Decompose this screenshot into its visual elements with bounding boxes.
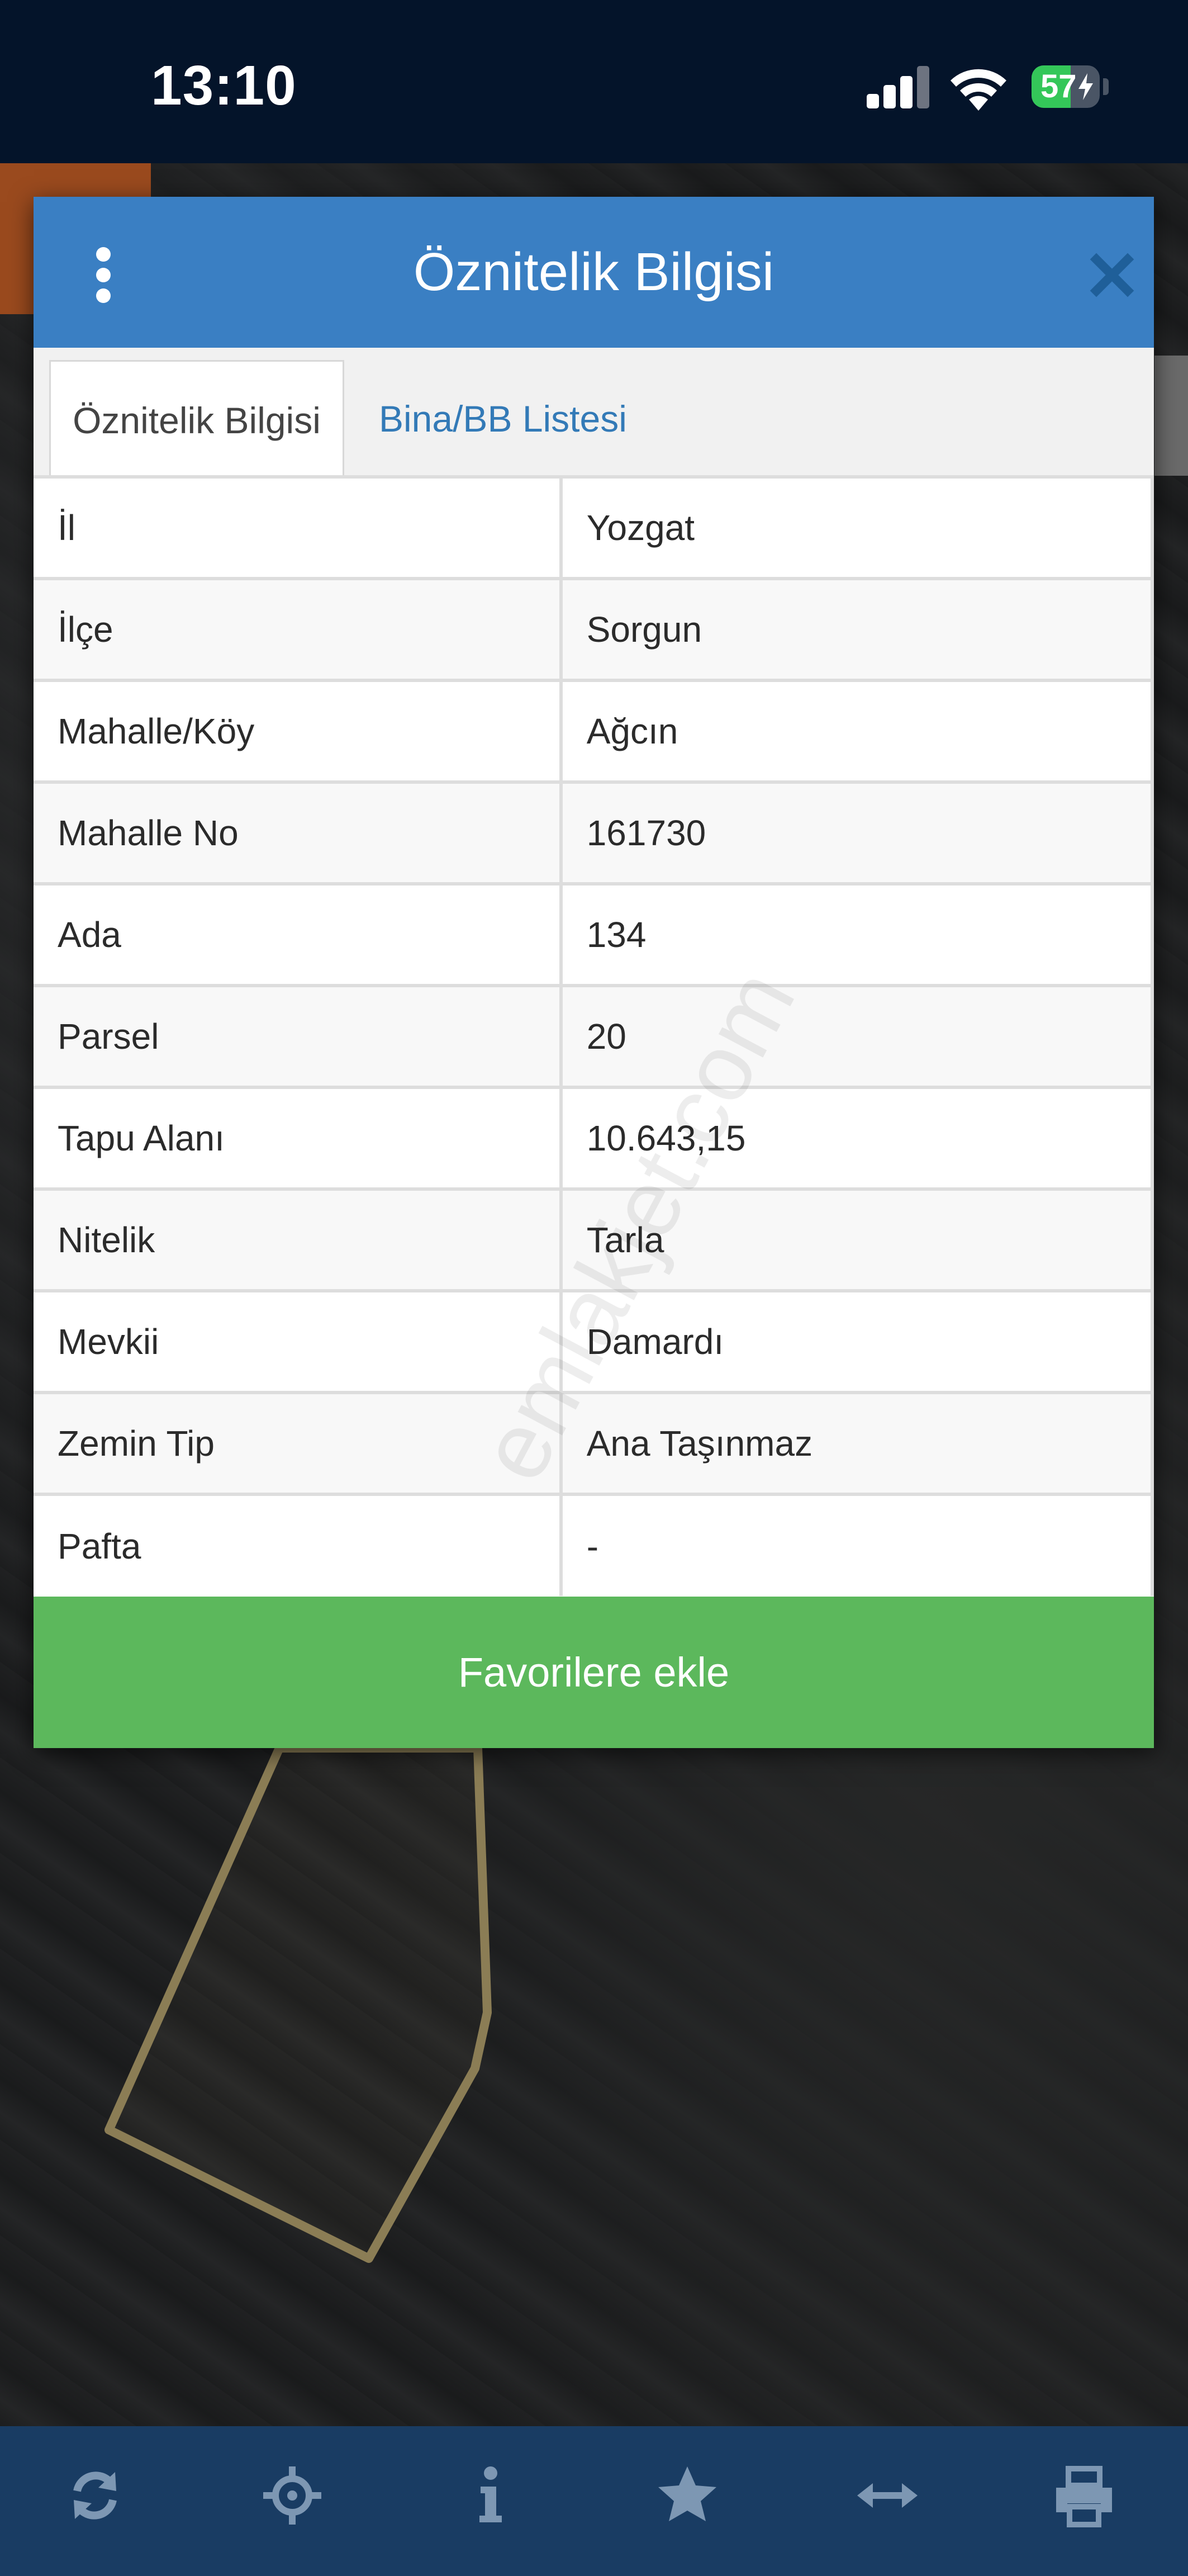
attribute-key: İlçe — [34, 577, 563, 680]
attribute-value: 161730 — [560, 780, 1154, 884]
measure-icon[interactable] — [854, 2462, 921, 2529]
table-row: Tapu Alanı 10.643,15 — [34, 1086, 1154, 1189]
table-row: Zemin Tip Ana Taşınmaz — [34, 1391, 1154, 1494]
attribute-value: - — [560, 1493, 1154, 1596]
attribute-table: İl Yozgat İlçe Sorgun Mahalle/Köy Ağcın Mahall… — [34, 475, 1154, 1596]
attribute-value: Damardı — [560, 1289, 1154, 1393]
attribute-value: Tarla — [560, 1187, 1154, 1291]
attribute-value: Yozgat — [560, 475, 1154, 579]
table-row: Ada 134 — [34, 882, 1154, 986]
print-icon[interactable] — [1051, 2462, 1118, 2529]
attribute-key: İl — [34, 475, 563, 579]
tab-attribute-info[interactable]: Öznitelik Bilgisi — [49, 360, 344, 477]
star-icon[interactable] — [654, 2462, 721, 2529]
table-row: İl Yozgat — [34, 475, 1154, 579]
table-row: Mahalle No 161730 — [34, 780, 1154, 884]
table-row: Parsel 20 — [34, 984, 1154, 1087]
modal-title: Öznitelik Bilgisi — [413, 242, 774, 302]
table-row: Pafta - — [34, 1493, 1154, 1596]
close-icon[interactable] — [1090, 253, 1134, 297]
attribute-key: Mahalle/Köy — [34, 679, 563, 782]
attribute-value: Sorgun — [560, 577, 1154, 680]
attribute-value: Ağcın — [560, 679, 1154, 782]
attribute-key: Parsel — [34, 984, 563, 1087]
attribute-value: 10.643,15 — [560, 1086, 1154, 1189]
attribute-key: Zemin Tip — [34, 1391, 563, 1494]
attribute-value: 134 — [560, 882, 1154, 986]
table-row: İlçe Sorgun — [34, 577, 1154, 680]
attribute-value: Ana Taşınmaz — [560, 1391, 1154, 1494]
add-to-favorites-button[interactable]: Favorilere ekle — [34, 1597, 1154, 1748]
tab-building-list[interactable]: Bina/BB Listesi — [379, 360, 669, 477]
table-row: Mevkii Damardı — [34, 1289, 1154, 1393]
attribute-key: Nitelik — [34, 1187, 563, 1291]
table-row: Mahalle/Köy Ağcın — [34, 679, 1154, 782]
attribute-key: Pafta — [34, 1493, 563, 1596]
attribute-key: Mahalle No — [34, 780, 563, 884]
attribute-info-modal: Öznitelik Bilgisi Öznitelik Bilgisi Bina… — [34, 197, 1154, 1748]
modal-header: Öznitelik Bilgisi — [34, 197, 1154, 348]
attribute-key: Ada — [34, 882, 563, 986]
attribute-value: 20 — [560, 984, 1154, 1087]
parcel-polygon — [104, 1744, 492, 2263]
info-icon[interactable] — [456, 2462, 523, 2529]
table-row: Nitelik Tarla — [34, 1187, 1154, 1291]
attribute-key: Tapu Alanı — [34, 1086, 563, 1189]
refresh-icon[interactable] — [61, 2462, 129, 2529]
attribute-key: Mevkii — [34, 1289, 563, 1393]
locate-icon[interactable] — [259, 2462, 326, 2529]
bottom-toolbar — [0, 2426, 1188, 2576]
